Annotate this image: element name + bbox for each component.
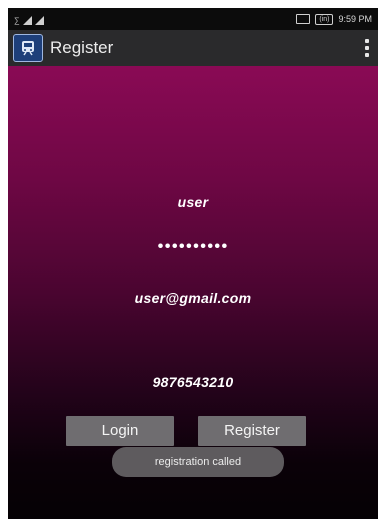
- menu-dot: [365, 53, 369, 57]
- register-form: user •••••••••• user@gmail.com 987654321…: [8, 66, 378, 519]
- signal-label: ∑: [14, 16, 20, 25]
- phone-screen: ∑ (in) 9:59 PM Register user •••••••••• …: [8, 8, 378, 519]
- status-bar: ∑ (in) 9:59 PM: [8, 8, 378, 30]
- notification-icon: [296, 14, 311, 24]
- register-button[interactable]: Register: [198, 416, 306, 446]
- password-field[interactable]: ••••••••••: [8, 238, 378, 256]
- menu-dot: [365, 46, 369, 50]
- train-icon-graphic: [22, 41, 34, 56]
- status-right: (in) 9:59 PM: [296, 12, 372, 26]
- page-title: Register: [50, 38, 114, 57]
- menu-dot: [365, 39, 369, 43]
- train-icon[interactable]: [13, 34, 43, 62]
- login-button[interactable]: Login: [66, 416, 174, 446]
- battery-icon: (in): [315, 13, 334, 25]
- username-field[interactable]: user: [8, 194, 378, 210]
- status-left: ∑: [14, 13, 44, 25]
- status-time: 9:59 PM: [338, 14, 372, 24]
- email-field[interactable]: user@gmail.com: [8, 290, 378, 306]
- overflow-menu-icon[interactable]: [364, 39, 370, 57]
- phone-field[interactable]: 9876543210: [8, 374, 378, 390]
- signal-icon-2: [34, 16, 44, 25]
- action-bar: Register: [8, 30, 378, 66]
- toast-message: registration called: [112, 447, 284, 477]
- signal-icon: [22, 16, 32, 25]
